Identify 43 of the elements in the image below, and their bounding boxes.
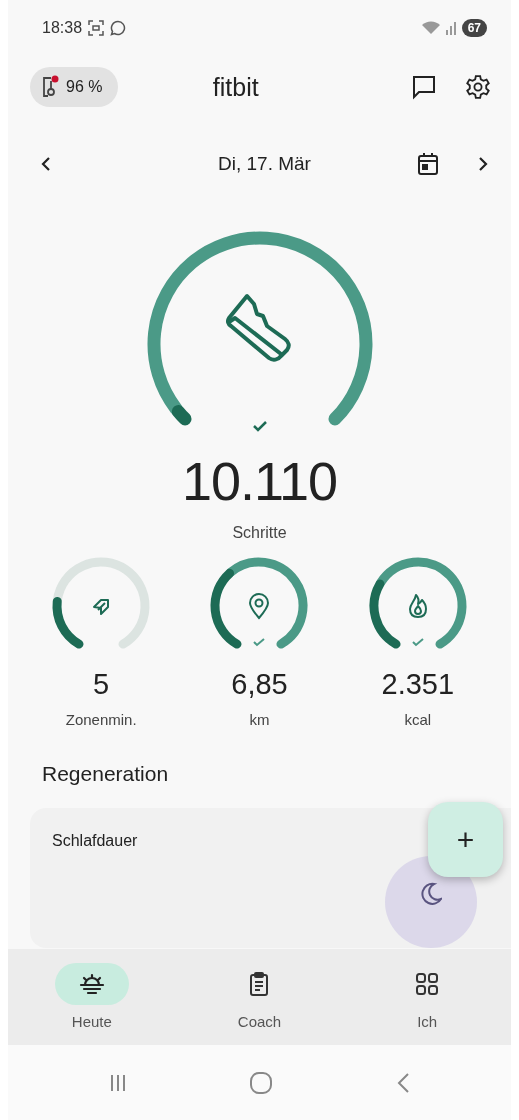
chevron-right-icon: [477, 156, 489, 172]
stat-value: 6,85: [231, 668, 288, 701]
steps-count: 10.110: [181, 450, 338, 512]
signal-icon: [445, 21, 456, 35]
messages-button[interactable]: [411, 74, 437, 100]
calendar-icon: [417, 152, 439, 176]
section-heading: Regeneration: [41, 761, 170, 786]
card-title: Schlafdauer: [52, 832, 138, 850]
recents-icon: [109, 1072, 128, 1093]
clipboard-icon: [248, 971, 271, 997]
nav-tab[interactable]: Coach: [199, 963, 320, 1030]
clock-time: 18:38: [42, 19, 83, 37]
app-title: fitbit: [211, 72, 260, 102]
steps-label: Schritte: [232, 524, 287, 542]
settings-icon: [465, 74, 491, 100]
progress-fill: [369, 579, 401, 649]
grid-icon: [415, 972, 440, 996]
stat-unit: km: [249, 711, 270, 728]
home-icon: [249, 1070, 274, 1095]
stat-value: 5: [93, 668, 110, 701]
stat-value: 2.351: [381, 668, 455, 701]
moon-icon: [420, 882, 442, 906]
chevron-left-icon: [40, 156, 52, 172]
flame-icon: [406, 593, 429, 619]
screen-capture-icon: [88, 20, 105, 36]
stat-unit: kcal: [404, 711, 432, 728]
wifi-icon: [421, 21, 440, 35]
settings-button[interactable]: [465, 74, 491, 100]
battery-level: 67: [461, 19, 487, 37]
stat-unit: Zonenmin.: [65, 711, 137, 728]
device-status-button[interactable]: 96 %: [30, 67, 119, 107]
nav-tab[interactable]: Heute: [31, 963, 152, 1030]
location-pin-icon: [247, 592, 272, 620]
tracker-icon: [40, 75, 60, 99]
nav-tab[interactable]: Ich: [367, 963, 488, 1030]
sunrise-icon: [78, 973, 105, 995]
add-button[interactable]: +: [428, 802, 503, 877]
back-icon: [395, 1071, 410, 1094]
date-label: Di, 17. Mär: [217, 153, 312, 175]
message-icon: [411, 74, 437, 100]
progress-fill: [171, 405, 192, 426]
chat-bubble-icon: [110, 20, 127, 36]
progress-fill: [52, 596, 84, 649]
